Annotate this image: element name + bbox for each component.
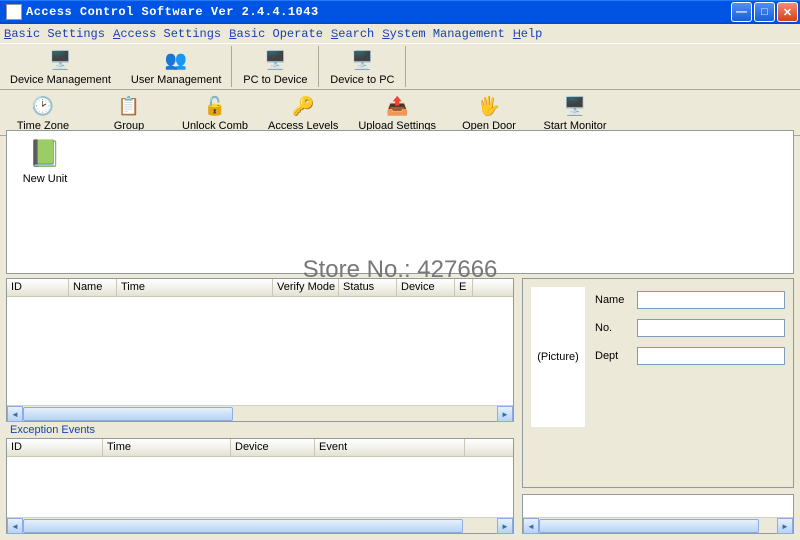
maximize-button[interactable]: □	[754, 2, 775, 22]
menu-basic-operate[interactable]: Basic Operate	[229, 27, 323, 41]
titlebar: Access Control Software Ver 2.4.4.1043 —…	[0, 0, 800, 24]
menu-basic-settings[interactable]: Basic Settings	[4, 27, 105, 41]
no-label: No.	[595, 322, 631, 334]
message-box-hscroll[interactable]: ◄ ►	[523, 517, 793, 533]
col-e[interactable]: E	[455, 279, 473, 296]
exception-grid-hscroll[interactable]: ◄ ►	[7, 517, 513, 533]
upload-settings-icon: 📤	[385, 94, 409, 118]
window-title: Access Control Software Ver 2.4.4.1043	[26, 5, 731, 19]
col-verify-mode[interactable]: Verify Mode	[273, 279, 339, 296]
workspace: 📗 New Unit	[6, 130, 794, 274]
menu-help[interactable]: Help	[513, 27, 543, 41]
col-event[interactable]: Event	[315, 439, 465, 456]
picture-placeholder: (Picture)	[531, 287, 585, 427]
scroll-right-icon[interactable]: ►	[777, 518, 793, 534]
pc-to-device-icon: 🖥️	[263, 48, 287, 72]
events-grid-body[interactable]	[7, 297, 513, 405]
minimize-button[interactable]: —	[731, 2, 752, 22]
message-box: ◄ ►	[522, 494, 794, 534]
device-management-icon: 🖥️	[48, 48, 72, 72]
events-grid-hscroll[interactable]: ◄ ►	[7, 405, 513, 421]
left-column: IDNameTimeVerify ModeStatusDeviceE ◄ ► E…	[6, 278, 514, 534]
scroll-right-icon[interactable]: ►	[497, 406, 513, 422]
detail-fields: Name No. Dept	[595, 287, 785, 479]
new-unit-label: New Unit	[23, 173, 68, 185]
group-icon: 📋	[117, 94, 141, 118]
toolbar-device-to-pc[interactable]: 🖥️Device to PC	[319, 44, 405, 89]
name-label: Name	[595, 294, 631, 306]
col-status[interactable]: Status	[339, 279, 397, 296]
col-id[interactable]: ID	[7, 279, 69, 296]
scroll-left-icon[interactable]: ◄	[7, 406, 23, 422]
menu-access-settings[interactable]: Access Settings	[113, 27, 221, 41]
events-grid: IDNameTimeVerify ModeStatusDeviceE ◄ ►	[6, 278, 514, 422]
window-buttons: — □ ✕	[731, 2, 798, 22]
app-icon	[6, 4, 22, 20]
menu-search[interactable]: Search	[331, 27, 374, 41]
detail-panel: (Picture) Name No. Dept	[522, 278, 794, 488]
menubar: Basic Settings Access Settings Basic Opera…	[0, 24, 800, 44]
time-zone-icon: 🕑	[31, 94, 55, 118]
scroll-left-icon[interactable]: ◄	[7, 518, 23, 534]
device-to-pc-icon: 🖥️	[350, 48, 374, 72]
scroll-thumb[interactable]	[23, 519, 463, 533]
toolbar-time-zone[interactable]: 🕑Time Zone	[0, 90, 86, 135]
menu-system-management[interactable]: System Management	[382, 27, 505, 41]
toolbar-access-levels[interactable]: 🔑Access Levels	[258, 90, 348, 135]
toolbar-group[interactable]: 📋Group	[86, 90, 172, 135]
user-management-icon: 👥	[164, 48, 188, 72]
scroll-right-icon[interactable]: ►	[497, 518, 513, 534]
unlock-comb-icon: 🔓	[203, 94, 227, 118]
exception-grid-body[interactable]	[7, 457, 513, 517]
exception-events-label: Exception Events	[6, 422, 514, 438]
lower-area: IDNameTimeVerify ModeStatusDeviceE ◄ ► E…	[6, 278, 794, 534]
toolbar-unlock-comb[interactable]: 🔓Unlock Comb	[172, 90, 258, 135]
toolbar-start-monitor[interactable]: 🖥️Start Monitor	[532, 90, 618, 135]
toolbar-primary: 🖥️Device Management👥User Management🖥️PC …	[0, 44, 800, 90]
toolbar-upload-settings[interactable]: 📤Upload Settings	[348, 90, 446, 135]
new-unit-icon: 📗	[29, 137, 61, 169]
exception-grid-header[interactable]: IDTimeDeviceEvent	[7, 439, 513, 457]
no-field[interactable]	[637, 319, 785, 337]
dept-label: Dept	[595, 350, 631, 362]
dept-field[interactable]	[637, 347, 785, 365]
name-field[interactable]	[637, 291, 785, 309]
col-time[interactable]: Time	[117, 279, 273, 296]
scroll-thumb[interactable]	[539, 519, 759, 533]
col-device[interactable]: Device	[397, 279, 455, 296]
toolbar-open-door[interactable]: 🖐️Open Door	[446, 90, 532, 135]
scroll-thumb[interactable]	[23, 407, 233, 421]
toolbar-device-management[interactable]: 🖥️Device Management	[0, 44, 121, 89]
col-device[interactable]: Device	[231, 439, 315, 456]
open-door-icon: 🖐️	[477, 94, 501, 118]
scroll-left-icon[interactable]: ◄	[523, 518, 539, 534]
events-grid-header[interactable]: IDNameTimeVerify ModeStatusDeviceE	[7, 279, 513, 297]
exception-grid: IDTimeDeviceEvent ◄ ►	[6, 438, 514, 534]
access-levels-icon: 🔑	[291, 94, 315, 118]
col-name[interactable]: Name	[69, 279, 117, 296]
col-time[interactable]: Time	[103, 439, 231, 456]
workspace-item-new-unit[interactable]: 📗 New Unit	[13, 137, 77, 185]
close-button[interactable]: ✕	[777, 2, 798, 22]
col-id[interactable]: ID	[7, 439, 103, 456]
right-column: (Picture) Name No. Dept ◄ ►	[522, 278, 794, 534]
start-monitor-icon: 🖥️	[563, 94, 587, 118]
toolbar-pc-to-device[interactable]: 🖥️PC to Device	[232, 44, 318, 89]
toolbar-user-management[interactable]: 👥User Management	[121, 44, 232, 89]
